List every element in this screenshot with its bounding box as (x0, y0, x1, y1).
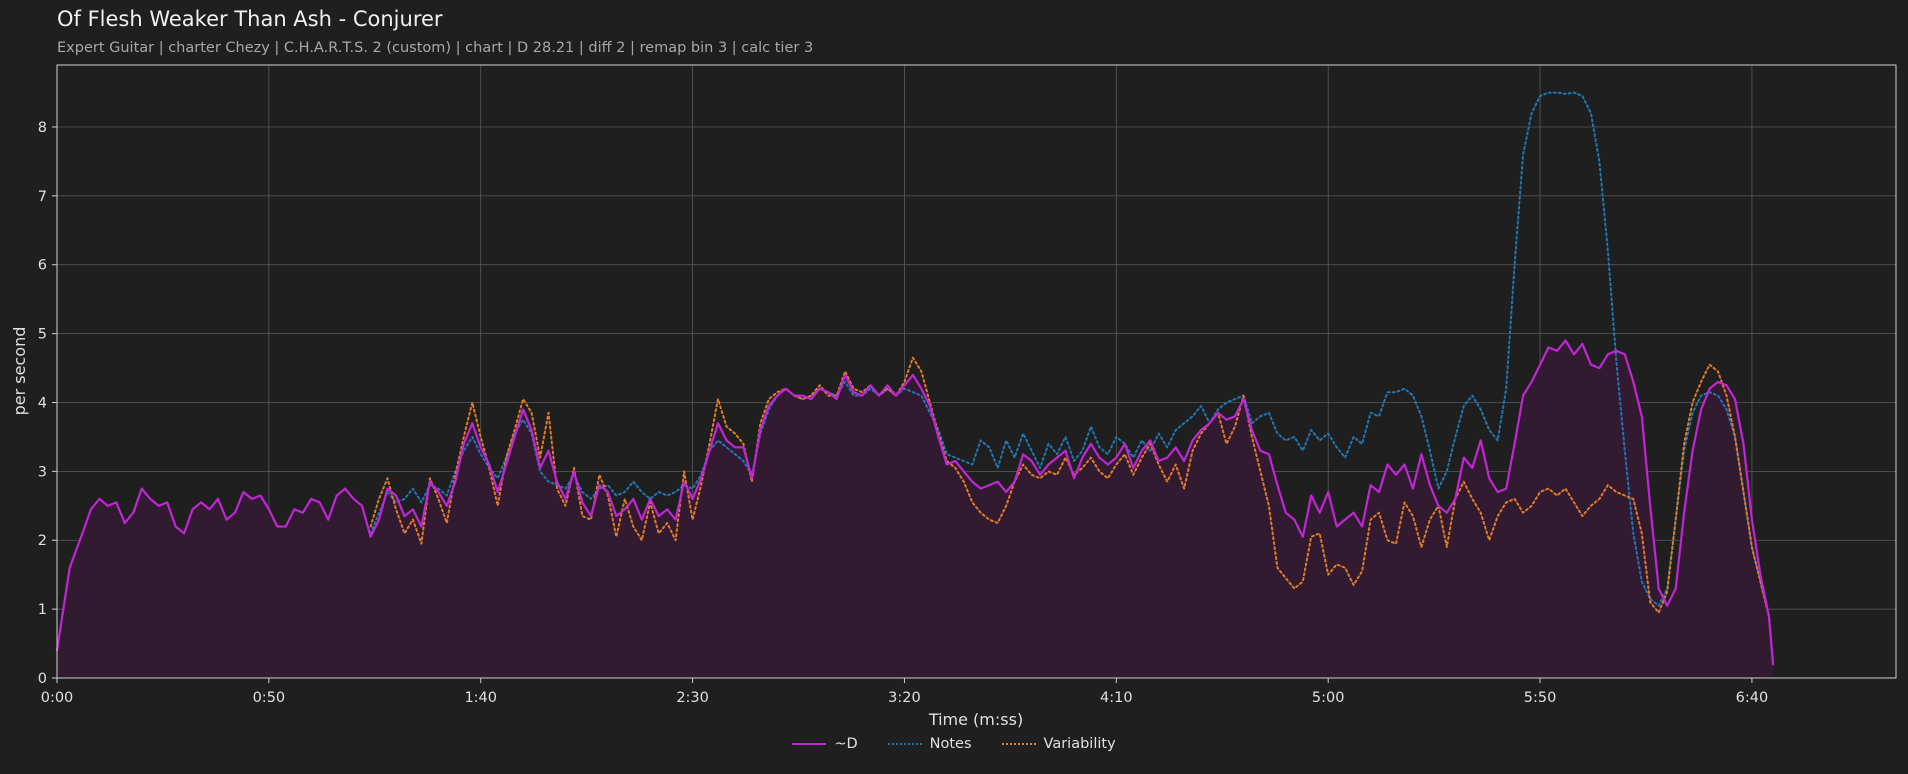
legend-label: Notes (929, 736, 972, 752)
y-tick-label: 4 (38, 395, 47, 411)
y-tick-label: 5 (38, 327, 47, 343)
legend-item: Notes (887, 736, 972, 752)
x-tick-label: 1:40 (464, 690, 497, 706)
x-axis-label: Time (m:ss) (928, 710, 1023, 729)
x-tick-label: 2:30 (676, 690, 709, 706)
chart-area: 0:00 0:50 1:40 2:30 3:20 4:10 5:00 5:50 6:40 0 1 2… (10, 64, 1897, 729)
legend-label: ~D (834, 736, 858, 752)
y-tick-label: 1 (38, 602, 47, 618)
legend-label: Variability (1043, 736, 1116, 752)
chart-legend: ~D Notes Variability (0, 736, 1908, 752)
legend-item: Variability (1001, 736, 1116, 752)
x-tick-label: 0:00 (41, 690, 74, 706)
series-layer (55, 91, 1775, 678)
y-tick-label: 7 (38, 189, 47, 205)
x-tick-label: 5:50 (1524, 690, 1557, 706)
y-tick-label: 6 (38, 258, 47, 274)
x-tick-label: 4:10 (1100, 690, 1133, 706)
series-area-d (57, 340, 1774, 678)
y-axis-label: per second (10, 327, 29, 416)
y-tick-label: 8 (38, 120, 47, 136)
x-axis: 0:00 0:50 1:40 2:30 3:20 4:10 5:00 5:50 6:40 (41, 678, 1768, 706)
x-tick-label: 0:50 (253, 690, 286, 706)
legend-swatch (887, 743, 922, 745)
y-axis: 0 1 2 3 4 5 6 7 8 (38, 120, 57, 687)
legend-swatch (792, 743, 827, 745)
y-tick-label: 0 (38, 671, 47, 687)
x-tick-label: 6:40 (1736, 690, 1769, 706)
x-tick-label: 5:00 (1312, 690, 1345, 706)
y-tick-label: 3 (38, 464, 47, 480)
legend-swatch (1001, 743, 1036, 745)
x-tick-label: 3:20 (888, 690, 921, 706)
legend-item: ~D (792, 736, 858, 752)
y-tick-label: 2 (38, 533, 47, 549)
